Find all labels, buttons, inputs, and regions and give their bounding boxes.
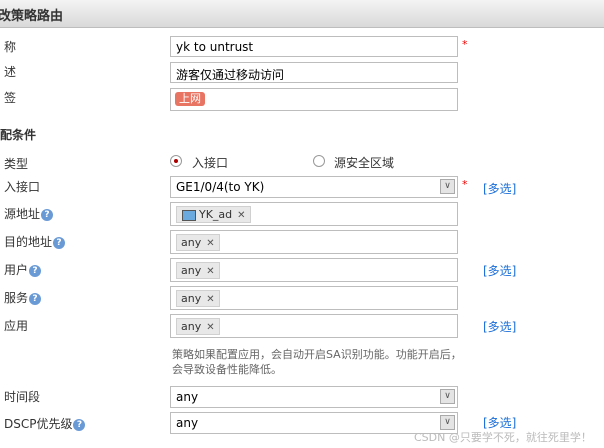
desc-value: 游客仅通过移动访问	[176, 68, 285, 82]
user-input[interactable]: any ✕	[170, 258, 458, 282]
remove-icon[interactable]: ✕	[206, 266, 214, 277]
desc-label: 述	[4, 65, 17, 79]
dialog-header: 改策略路由	[0, 0, 604, 28]
src-chip-label: YK_ad	[199, 208, 233, 221]
dst-chip-label: any	[181, 236, 202, 249]
user-chip: any ✕	[176, 262, 220, 279]
dst-chip: any ✕	[176, 234, 220, 251]
chevron-down-icon[interactable]: ∨	[440, 389, 455, 404]
watermark: CSDN @只要学不死，就往死里学！	[414, 431, 592, 444]
type-label: 类型	[4, 157, 29, 171]
radio-ingress-label: 入接口	[192, 156, 229, 170]
dst-label: 目的地址?	[4, 233, 66, 250]
src-chip: YK_ad ✕	[176, 206, 251, 223]
time-select[interactable]: any ∨	[170, 386, 458, 408]
ingress-select[interactable]: GE1/0/4(to YK) ∨	[170, 176, 458, 198]
user-multi-select-link[interactable]: [多选]	[483, 262, 516, 279]
app-multi-select-link[interactable]: [多选]	[483, 318, 516, 335]
required-mark: *	[462, 178, 468, 191]
user-chip-label: any	[181, 264, 202, 277]
src-label: 源地址?	[4, 205, 54, 222]
tag-chip[interactable]: 上网	[175, 92, 205, 106]
dscp-label-text: DSCP优先级	[4, 417, 73, 431]
service-chip: any ✕	[176, 290, 220, 307]
computer-icon	[182, 210, 196, 221]
dst-label-text: 目的地址	[4, 235, 53, 249]
service-label: 服务?	[4, 289, 42, 306]
ingress-multi-select-link[interactable]: [多选]	[483, 180, 516, 197]
section-title: 配条件	[0, 128, 37, 142]
help-icon[interactable]: ?	[29, 292, 42, 305]
service-chip-label: any	[181, 292, 202, 305]
radio-src-zone[interactable]	[313, 155, 325, 167]
tag-label: 签	[4, 91, 17, 105]
service-label-text: 服务	[4, 291, 29, 305]
tag-input[interactable]: 上网	[170, 88, 458, 111]
dscp-label: DSCP优先级?	[4, 415, 86, 432]
app-chip-label: any	[181, 320, 202, 333]
name-input[interactable]: yk to untrust	[170, 36, 458, 57]
time-value: any	[176, 390, 199, 404]
help-icon[interactable]: ?	[41, 208, 54, 221]
time-label: 时间段	[4, 390, 41, 404]
help-icon[interactable]: ?	[73, 418, 86, 431]
user-label-text: 用户	[4, 263, 29, 277]
app-input[interactable]: any ✕	[170, 314, 458, 338]
help-icon[interactable]: ?	[53, 236, 66, 249]
dst-input[interactable]: any ✕	[170, 230, 458, 254]
desc-input[interactable]: 游客仅通过移动访问	[170, 62, 458, 83]
radio-ingress[interactable]	[170, 155, 182, 167]
remove-icon[interactable]: ✕	[206, 322, 214, 333]
name-value: yk to untrust	[176, 40, 254, 54]
chevron-down-icon[interactable]: ∨	[440, 415, 455, 430]
app-chip: any ✕	[176, 318, 220, 335]
required-mark: *	[462, 38, 468, 51]
radio-src-zone-label: 源安全区域	[334, 156, 395, 170]
name-label: 称	[4, 40, 17, 54]
dscp-value: any	[176, 416, 199, 430]
remove-icon[interactable]: ✕	[206, 294, 214, 305]
remove-icon[interactable]: ✕	[206, 238, 214, 249]
chevron-down-icon[interactable]: ∨	[440, 179, 455, 194]
ingress-label: 入接口	[4, 180, 41, 194]
src-label-text: 源地址	[4, 207, 41, 221]
service-input[interactable]: any ✕	[170, 286, 458, 310]
src-input[interactable]: YK_ad ✕	[170, 202, 458, 226]
dialog-title: 改策略路由	[0, 9, 64, 24]
remove-icon[interactable]: ✕	[237, 210, 245, 221]
user-label: 用户?	[4, 261, 42, 278]
app-hint: 策略如果配置应用，会自动开启SA识别功能。功能开启后，会导致设备性能降低。	[172, 348, 462, 376]
app-label: 应用	[4, 319, 29, 333]
ingress-value: GE1/0/4(to YK)	[176, 180, 265, 194]
help-icon[interactable]: ?	[29, 264, 42, 277]
